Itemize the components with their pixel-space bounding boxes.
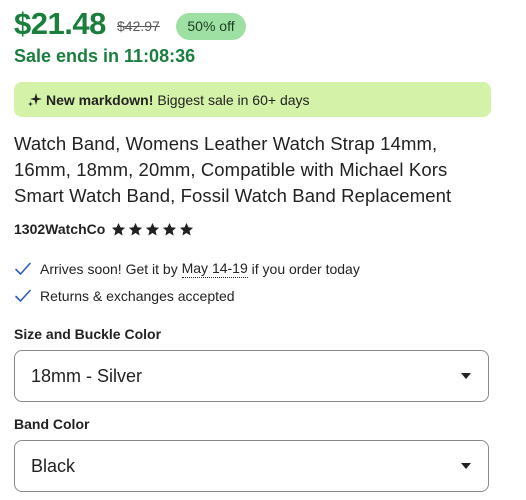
shop-name-link[interactable]: 1302WatchCo	[14, 221, 105, 237]
returns-text: Returns & exchanges accepted	[40, 288, 235, 304]
star-icon	[111, 222, 126, 237]
size-buckle-value: 18mm - Silver	[31, 365, 143, 386]
sale-countdown: Sale ends in 11:08:36	[14, 46, 196, 66]
product-title: Watch Band, Womens Leather Watch Strap 1…	[14, 133, 452, 206]
band-color-select[interactable]: Black	[14, 440, 489, 492]
returns-info: Returns & exchanges accepted	[14, 286, 235, 306]
discount-badge: 50% off	[176, 13, 246, 40]
arrival-suffix: if you order today	[251, 261, 360, 277]
caret-down-icon	[460, 372, 472, 380]
markdown-banner: New markdown! Biggest sale in 60+ days	[14, 82, 491, 117]
sparkle-icon	[28, 92, 42, 107]
markdown-banner-title: New markdown!	[46, 91, 154, 108]
star-icon	[128, 222, 143, 237]
star-rating[interactable]	[111, 222, 196, 237]
caret-down-icon	[460, 462, 472, 470]
arrival-prefix: Arrives soon! Get it by	[40, 261, 178, 277]
star-icon	[179, 222, 194, 237]
current-price: $21.48	[14, 6, 106, 41]
size-buckle-select[interactable]: 18mm - Silver	[14, 350, 489, 402]
shop-rating-row: 1302WatchCo	[14, 219, 196, 239]
band-color-label: Band Color	[14, 416, 90, 432]
band-color-value: Black	[31, 455, 76, 476]
size-buckle-label: Size and Buckle Color	[14, 326, 162, 342]
arrival-date[interactable]: May 14-19	[181, 260, 248, 278]
arrival-estimate: Arrives soon! Get it by May 14-19 if you…	[14, 259, 360, 279]
checkmark-icon	[14, 260, 32, 278]
original-price: $42.97	[117, 18, 160, 34]
checkmark-icon	[14, 287, 32, 305]
star-icon	[162, 222, 177, 237]
star-icon	[145, 222, 160, 237]
markdown-banner-text: Biggest sale in 60+ days	[157, 91, 310, 108]
